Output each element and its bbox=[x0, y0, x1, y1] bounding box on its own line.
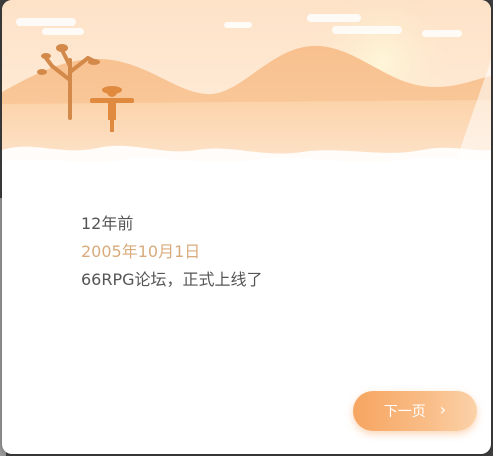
chevron-right-icon: › bbox=[439, 400, 447, 419]
timeline-dialog: 12年前 2005年10月1日 66RPG论坛，正式上线了 下一页 › bbox=[2, 0, 491, 454]
next-page-button[interactable]: 下一页 › bbox=[353, 391, 477, 431]
timeline-content: 12年前 2005年10月1日 66RPG论坛，正式上线了 bbox=[81, 210, 441, 294]
event-message-text: 66RPG论坛，正式上线了 bbox=[81, 270, 263, 289]
time-ago-text: 12年前 bbox=[81, 214, 134, 233]
autumn-scenery-banner bbox=[2, 0, 491, 178]
scenery-illustration bbox=[2, 0, 491, 178]
next-page-label: 下一页 bbox=[383, 404, 426, 420]
event-date-text: 2005年10月1日 bbox=[81, 242, 201, 261]
